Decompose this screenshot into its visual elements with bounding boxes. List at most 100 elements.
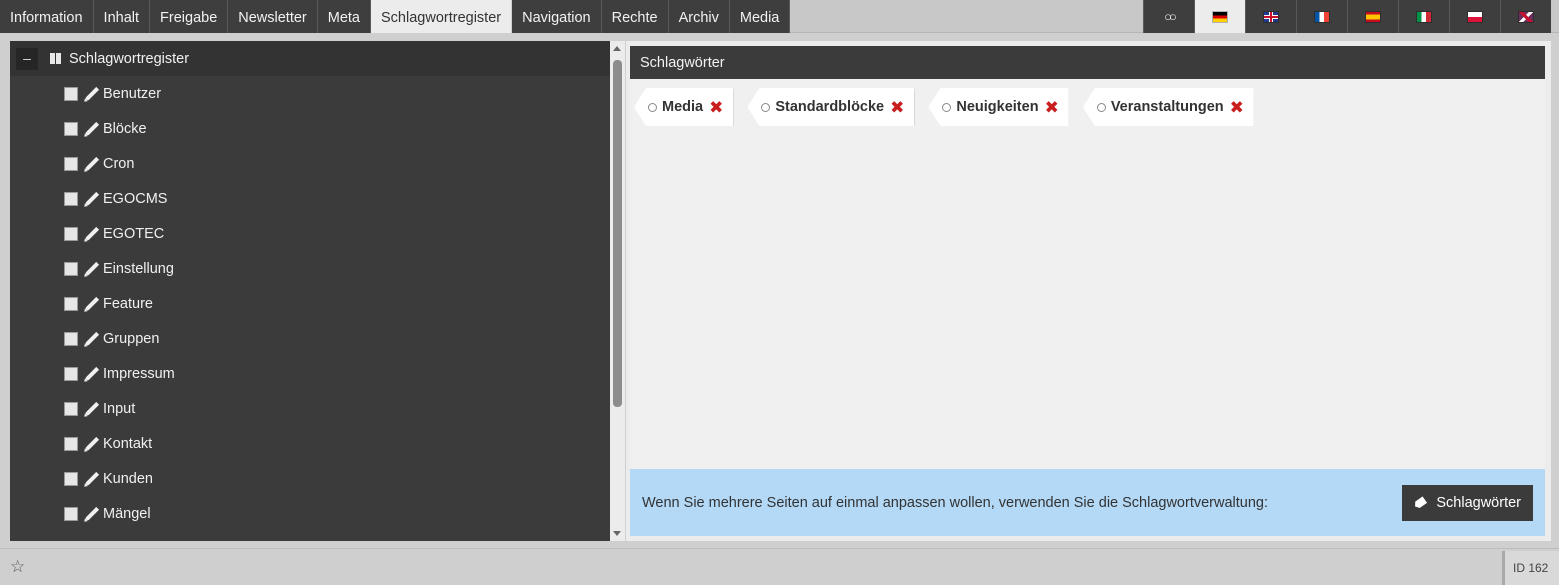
keyword-tag-label: Neuigkeiten xyxy=(956,99,1039,115)
pencil-icon[interactable] xyxy=(84,366,100,381)
tab-meta[interactable]: Meta xyxy=(317,0,372,33)
tree-item-label[interactable]: Input xyxy=(103,401,135,417)
pencil-icon[interactable] xyxy=(84,86,100,101)
info-text: Wenn Sie mehrere Seiten auf einmal anpas… xyxy=(642,494,1269,511)
tab-navigation[interactable]: Navigation xyxy=(512,0,602,33)
tab-rechte[interactable]: Rechte xyxy=(601,0,669,33)
pencil-icon[interactable] xyxy=(84,471,100,486)
flag-fr-icon xyxy=(1315,11,1329,22)
language-de-button[interactable] xyxy=(1194,0,1245,33)
pencil-icon[interactable] xyxy=(84,156,100,171)
language-en-button[interactable] xyxy=(1245,0,1296,33)
pencil-icon[interactable] xyxy=(84,331,100,346)
star-icon[interactable]: ☆ xyxy=(10,557,25,577)
tree-item-checkbox[interactable] xyxy=(64,366,78,381)
pencil-icon[interactable] xyxy=(84,191,100,206)
flag-it-icon xyxy=(1417,11,1431,22)
keyword-management-button[interactable]: Schlagwörter xyxy=(1402,484,1533,521)
language-it-button[interactable] xyxy=(1398,0,1449,33)
flag-en-icon xyxy=(1264,11,1278,22)
keyword-tree: – Schlagwortregister Benutzer Blöcke Cro… xyxy=(10,41,610,541)
language-link-button[interactable]: ○○ xyxy=(1143,0,1194,33)
flag-multi-icon xyxy=(1519,11,1533,22)
tab-archiv[interactable]: Archiv xyxy=(668,0,730,33)
tree-item-label[interactable]: EGOCMS xyxy=(103,191,167,207)
tree-item-impressum: Impressum xyxy=(10,356,610,391)
tree-item-checkbox[interactable] xyxy=(64,226,78,241)
tab-information[interactable]: Information xyxy=(0,0,94,33)
tree-item-label[interactable]: Cron xyxy=(103,156,134,172)
scroll-down-arrow-icon[interactable] xyxy=(613,531,621,536)
scroll-up-arrow-icon[interactable] xyxy=(613,46,621,51)
book-icon xyxy=(50,53,62,64)
tree-item-label[interactable]: EGOTEC xyxy=(103,226,164,242)
tab-freigabe[interactable]: Freigabe xyxy=(150,0,229,33)
language-multi-button[interactable] xyxy=(1500,0,1551,33)
keywords-panel: Schlagwörter Media ✖ Standardblöcke ✖ Ne… xyxy=(626,41,1551,541)
pencil-icon[interactable] xyxy=(84,401,100,416)
tree-item-feature: Feature xyxy=(10,286,610,321)
language-pl-button[interactable] xyxy=(1449,0,1500,33)
tree-item-checkbox[interactable] xyxy=(64,296,78,311)
tab-schlagwortregister[interactable]: Schlagwortregister xyxy=(371,0,513,33)
tree-item-checkbox[interactable] xyxy=(64,156,78,171)
tree-item-checkbox[interactable] xyxy=(64,436,78,451)
tree-item-checkbox[interactable] xyxy=(64,261,78,276)
tree-item-label[interactable]: Mängel xyxy=(103,506,151,522)
scrollbar-thumb[interactable] xyxy=(613,60,622,407)
tree-item-maengel: Mängel xyxy=(10,496,610,531)
keyword-tags: Media ✖ Standardblöcke ✖ Neuigkeiten ✖ V… xyxy=(634,88,1268,126)
tree-item-label[interactable]: Feature xyxy=(103,296,153,312)
collapse-button[interactable]: – xyxy=(16,47,38,70)
tree-item-checkbox[interactable] xyxy=(64,506,78,521)
tree-item-checkbox[interactable] xyxy=(64,471,78,486)
language-es-button[interactable] xyxy=(1347,0,1398,33)
tab-media[interactable]: Media xyxy=(729,0,791,33)
pencil-icon[interactable] xyxy=(84,261,100,276)
tree-item-label[interactable]: Einstellung xyxy=(103,261,174,277)
tree-item-label[interactable]: Kontakt xyxy=(103,436,152,452)
language-fr-button[interactable] xyxy=(1296,0,1347,33)
tree-item-label[interactable]: Impressum xyxy=(103,366,175,382)
page-id: ID 162 xyxy=(1502,551,1559,585)
tag-hole-icon xyxy=(942,103,952,112)
tree-item-label[interactable]: Gruppen xyxy=(103,331,159,347)
keyword-tag-neuigkeiten[interactable]: Neuigkeiten ✖ xyxy=(928,88,1069,126)
keyword-tag-standardbloecke[interactable]: Standardblöcke ✖ xyxy=(747,88,915,126)
keyword-tag-label: Standardblöcke xyxy=(775,99,885,115)
tree-item-checkbox[interactable] xyxy=(64,121,78,136)
remove-icon[interactable]: ✖ xyxy=(1045,99,1059,116)
tree-root: – Schlagwortregister xyxy=(10,41,610,76)
keywords-header: Schlagwörter xyxy=(630,46,1545,79)
remove-icon[interactable]: ✖ xyxy=(709,99,723,116)
tree-item-label[interactable]: Kunden xyxy=(103,471,153,487)
tree-item-checkbox[interactable] xyxy=(64,86,78,101)
remove-icon[interactable]: ✖ xyxy=(1230,99,1244,116)
keyword-management-button-label: Schlagwörter xyxy=(1436,494,1521,511)
tree-item-gruppen: Gruppen xyxy=(10,321,610,356)
tree-item-einstellung: Einstellung xyxy=(10,251,610,286)
tab-inhalt[interactable]: Inhalt xyxy=(93,0,151,33)
pencil-icon[interactable] xyxy=(84,121,100,136)
pencil-icon[interactable] xyxy=(84,506,100,521)
pencil-icon[interactable] xyxy=(84,436,100,451)
tree-item-bloecke: Blöcke xyxy=(10,111,610,146)
tab-newsletter[interactable]: Newsletter xyxy=(228,0,318,33)
pencil-icon[interactable] xyxy=(84,296,100,311)
tree-item-checkbox[interactable] xyxy=(64,191,78,206)
tree-item-checkbox[interactable] xyxy=(64,401,78,416)
tree-item-egotec: EGOTEC xyxy=(10,216,610,251)
keyword-tag-label: Veranstaltungen xyxy=(1110,99,1224,115)
pencil-icon[interactable] xyxy=(84,226,100,241)
flag-de-icon xyxy=(1213,11,1227,22)
keyword-tag-media[interactable]: Media ✖ xyxy=(634,88,734,126)
tree-item-label[interactable]: Blöcke xyxy=(103,121,147,137)
info-box: Wenn Sie mehrere Seiten auf einmal anpas… xyxy=(630,469,1545,536)
keyword-tag-veranstaltungen[interactable]: Veranstaltungen ✖ xyxy=(1082,88,1254,126)
remove-icon[interactable]: ✖ xyxy=(890,99,904,116)
tree-item-label[interactable]: Benutzer xyxy=(103,86,161,102)
tree-item-egocms: EGOCMS xyxy=(10,181,610,216)
tree-root-label[interactable]: Schlagwortregister xyxy=(69,51,189,67)
tree-scrollbar[interactable] xyxy=(610,41,625,541)
tree-item-checkbox[interactable] xyxy=(64,331,78,346)
